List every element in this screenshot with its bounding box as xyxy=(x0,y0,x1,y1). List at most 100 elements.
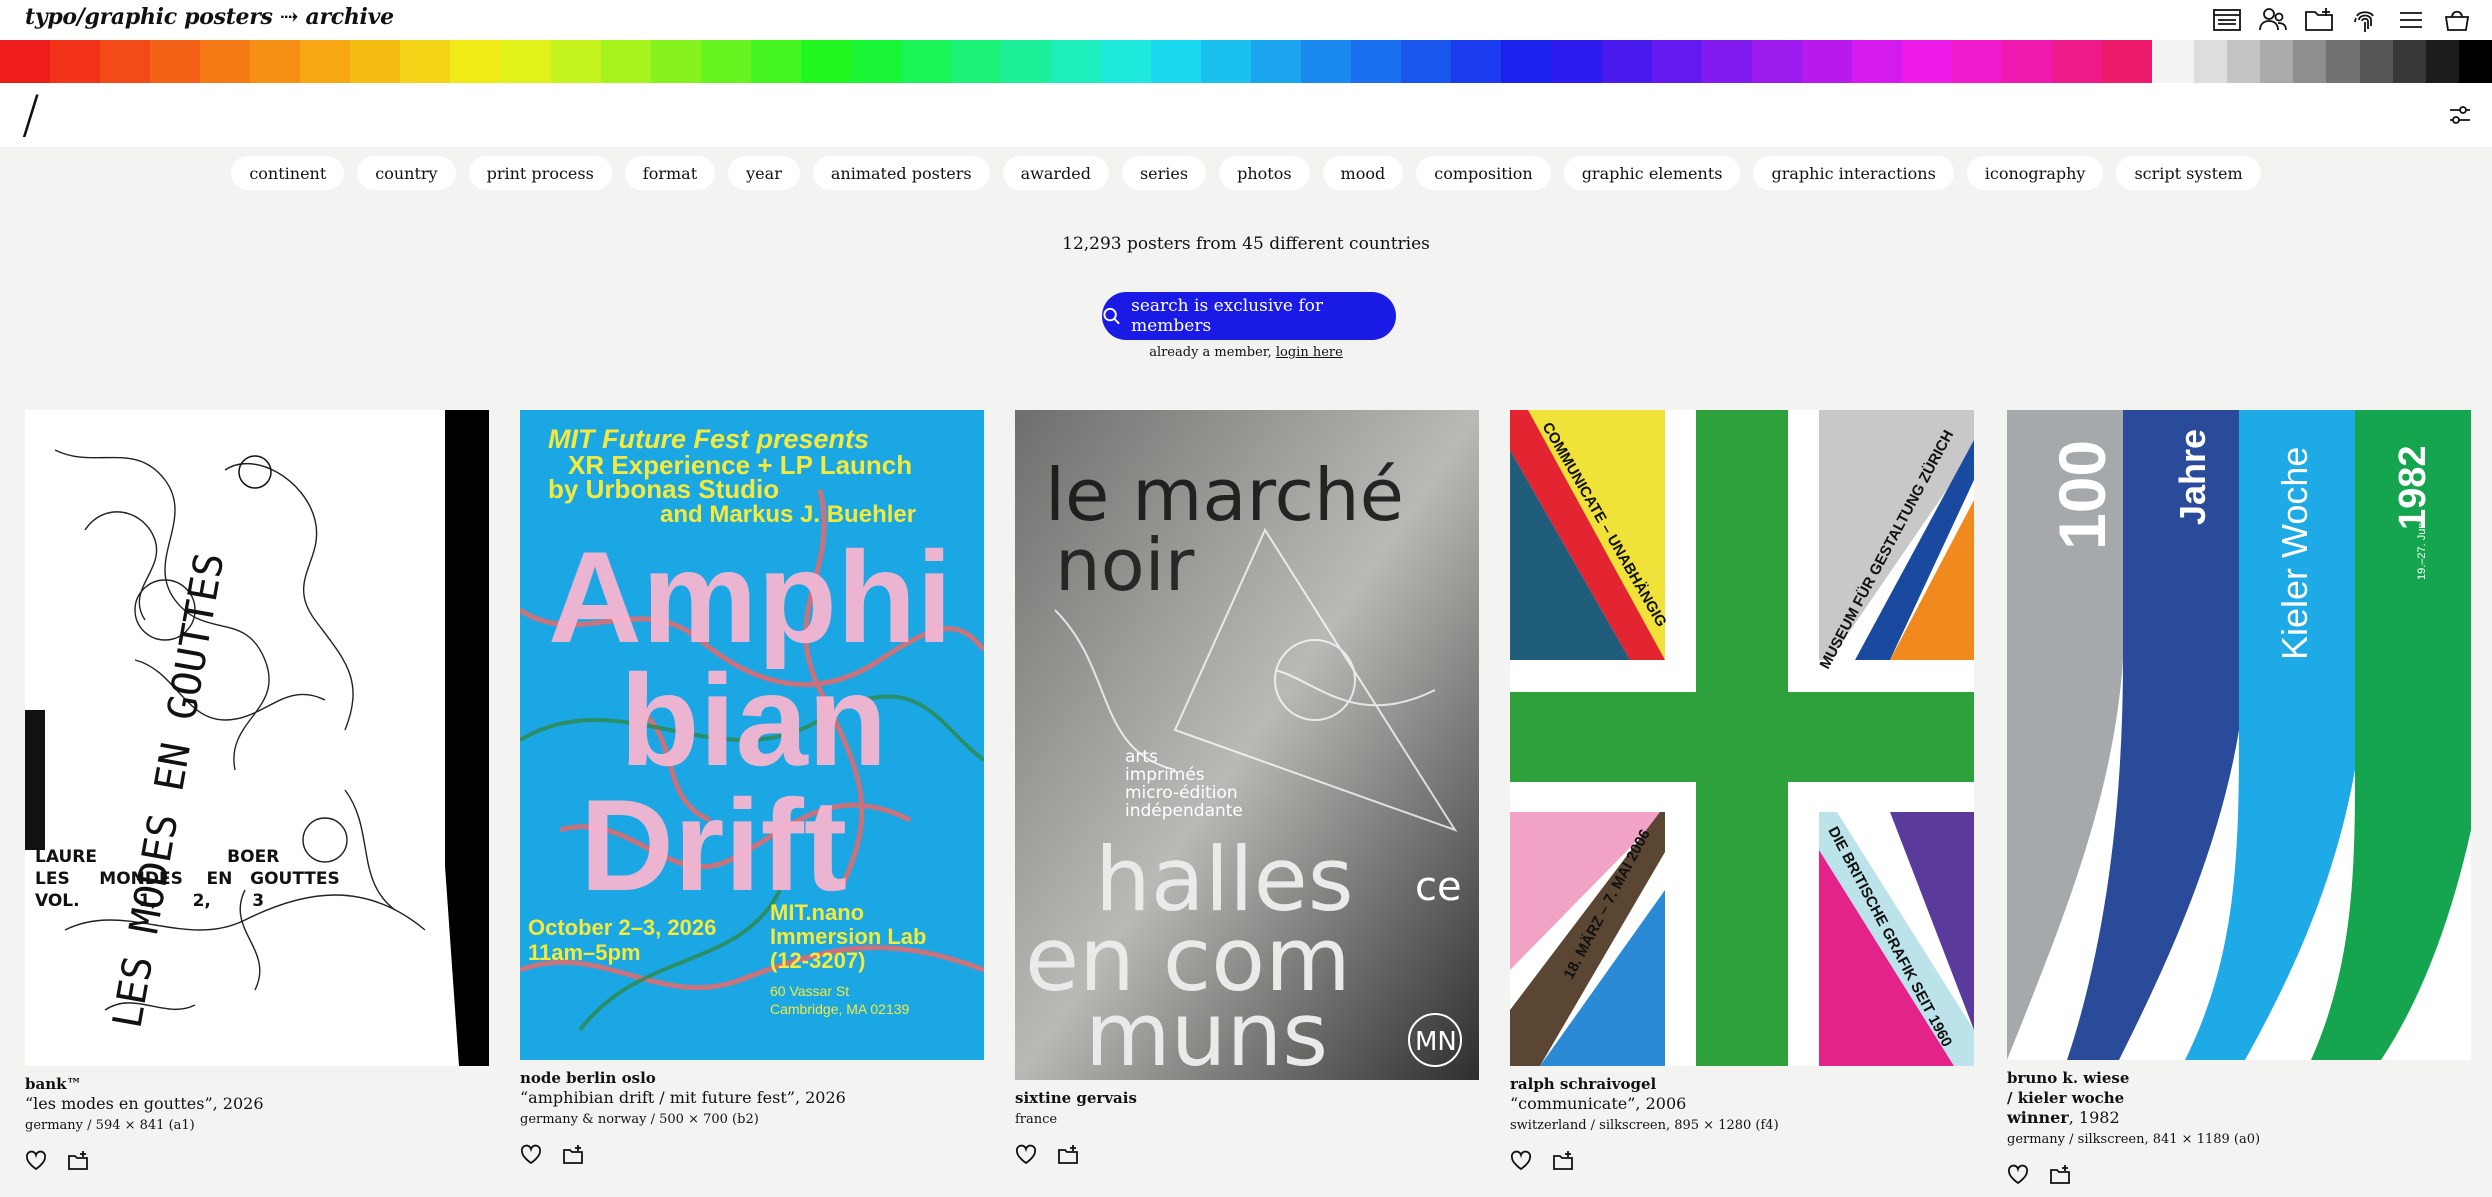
filter-chip-country[interactable]: country xyxy=(357,156,456,190)
color-swatch[interactable] xyxy=(150,40,201,83)
poster-image[interactable]: LES MODES EN GOUTTES LAURE BOER LES MOND… xyxy=(25,410,489,1066)
menu-icon[interactable] xyxy=(2394,3,2428,37)
color-swatch[interactable] xyxy=(1901,40,1952,83)
filter-chip-format[interactable]: format xyxy=(624,156,716,190)
grey-swatch[interactable] xyxy=(2326,40,2360,83)
poster-card[interactable]: MIT Future Fest presents XR Experience +… xyxy=(520,410,984,1166)
color-swatch[interactable] xyxy=(2101,40,2153,83)
filter-chip-series[interactable]: series xyxy=(1121,156,1207,190)
filter-chip-continent[interactable]: continent xyxy=(231,156,345,190)
grey-swatch[interactable] xyxy=(2392,40,2426,83)
poster-image[interactable]: 100 Jahre Kieler Woche 1982 19.–27. Juni xyxy=(2007,410,2471,1060)
color-swatch[interactable] xyxy=(1801,40,1852,83)
color-swatch[interactable] xyxy=(1501,40,1552,83)
poster-card[interactable]: 100 Jahre Kieler Woche 1982 19.–27. Juni… xyxy=(2007,410,2471,1186)
heart-icon[interactable] xyxy=(2007,1164,2029,1186)
color-swatch[interactable] xyxy=(950,40,1001,83)
filter-chip-photos[interactable]: photos xyxy=(1219,156,1310,190)
color-swatch[interactable] xyxy=(2001,40,2052,83)
add-folder-icon[interactable] xyxy=(2049,1164,2071,1186)
filter-chip-awarded[interactable]: awarded xyxy=(1002,156,1109,190)
filter-chip-graphic-interactions[interactable]: graphic interactions xyxy=(1753,156,1954,190)
add-folder-icon[interactable] xyxy=(67,1150,89,1172)
color-swatch[interactable] xyxy=(250,40,301,83)
color-swatch[interactable] xyxy=(0,40,51,83)
color-swatch[interactable] xyxy=(400,40,451,83)
color-swatch[interactable] xyxy=(1451,40,1502,83)
color-swatch[interactable] xyxy=(200,40,251,83)
color-swatch[interactable] xyxy=(800,40,851,83)
poster-artist[interactable]: node berlin oslo xyxy=(520,1068,984,1088)
filter-chip-graphic-elements[interactable]: graphic elements xyxy=(1563,156,1741,190)
color-swatch[interactable] xyxy=(900,40,951,83)
poster-artist[interactable]: bank™ xyxy=(25,1074,489,1094)
color-swatch[interactable] xyxy=(500,40,551,83)
filter-chip-mood[interactable]: mood xyxy=(1322,156,1404,190)
filter-chip-composition[interactable]: composition xyxy=(1416,156,1551,190)
grey-swatch[interactable] xyxy=(2260,40,2294,83)
color-swatch[interactable] xyxy=(2051,40,2102,83)
color-swatch[interactable] xyxy=(1551,40,1602,83)
grey-swatch[interactable] xyxy=(2227,40,2261,83)
poster-image[interactable]: COMMUNICATE – UNABHÄNGIG MUSEUM FÜR GEST… xyxy=(1510,410,1974,1066)
poster-artist[interactable]: sixtine gervais xyxy=(1015,1088,1479,1108)
color-swatch[interactable] xyxy=(1401,40,1452,83)
color-swatch[interactable] xyxy=(1201,40,1252,83)
grey-swatch[interactable] xyxy=(2425,40,2459,83)
poster-card-icon[interactable] xyxy=(2210,3,2244,37)
color-swatch[interactable] xyxy=(1050,40,1102,83)
color-swatch[interactable] xyxy=(650,40,701,83)
sliders-icon[interactable] xyxy=(2446,101,2474,129)
grey-swatch[interactable] xyxy=(2458,40,2492,83)
grey-swatch[interactable] xyxy=(2194,40,2228,83)
color-swatch[interactable] xyxy=(450,40,501,83)
filter-chip-print-process[interactable]: print process xyxy=(468,156,612,190)
add-folder-icon[interactable] xyxy=(1057,1144,1079,1166)
poster-card[interactable]: LES MODES EN GOUTTES LAURE BOER LES MOND… xyxy=(25,410,489,1172)
color-swatch[interactable] xyxy=(1351,40,1402,83)
color-swatch[interactable] xyxy=(850,40,901,83)
filter-chip-iconography[interactable]: iconography xyxy=(1966,156,2104,190)
poster-image[interactable]: le marché noir arts imprimés micro-éditi… xyxy=(1015,410,1479,1080)
poster-artist[interactable]: ralph schraivogel xyxy=(1510,1074,1974,1094)
poster-artist[interactable]: bruno k. wiese xyxy=(2007,1068,2471,1088)
poster-card[interactable]: COMMUNICATE – UNABHÄNGIG MUSEUM FÜR GEST… xyxy=(1510,410,1974,1172)
filter-chip-animated-posters[interactable]: animated posters xyxy=(812,156,990,190)
heart-icon[interactable] xyxy=(1015,1144,1037,1166)
color-swatch[interactable] xyxy=(100,40,151,83)
color-swatch[interactable] xyxy=(300,40,351,83)
color-swatch[interactable] xyxy=(550,40,601,83)
poster-image[interactable]: MIT Future Fest presents XR Experience +… xyxy=(520,410,984,1060)
poster-artist-line-2[interactable]: / kieler woche xyxy=(2007,1088,2471,1108)
login-link[interactable]: login here xyxy=(1276,345,1343,360)
members-search-button[interactable]: search is exclusive for members xyxy=(1102,292,1396,340)
color-swatch[interactable] xyxy=(1851,40,1902,83)
basket-icon[interactable] xyxy=(2440,3,2474,37)
add-folder-icon[interactable] xyxy=(2302,3,2336,37)
color-swatch[interactable] xyxy=(750,40,801,83)
site-logo[interactable]: typo/graphic posters ⇢ archive xyxy=(25,4,394,30)
grey-swatch[interactable] xyxy=(2359,40,2393,83)
poster-card[interactable]: le marché noir arts imprimés micro-éditi… xyxy=(1015,410,1479,1166)
add-folder-icon[interactable] xyxy=(1552,1150,1574,1172)
color-swatch[interactable] xyxy=(1751,40,1802,83)
color-swatch[interactable] xyxy=(1951,40,2002,83)
search-input[interactable]: / xyxy=(22,85,40,145)
heart-icon[interactable] xyxy=(520,1144,542,1166)
color-swatch[interactable] xyxy=(1151,40,1202,83)
fingerprint-icon[interactable] xyxy=(2348,3,2382,37)
user-group-icon[interactable] xyxy=(2256,3,2290,37)
color-swatch[interactable] xyxy=(50,40,101,83)
color-swatch[interactable] xyxy=(350,40,401,83)
heart-icon[interactable] xyxy=(25,1150,47,1172)
color-swatch[interactable] xyxy=(1251,40,1302,83)
grey-swatch[interactable] xyxy=(2293,40,2327,83)
filter-chip-script-system[interactable]: script system xyxy=(2116,156,2261,190)
color-swatch[interactable] xyxy=(1301,40,1352,83)
color-swatch[interactable] xyxy=(700,40,751,83)
color-swatch[interactable] xyxy=(1601,40,1652,83)
add-folder-icon[interactable] xyxy=(562,1144,584,1166)
color-swatch[interactable] xyxy=(600,40,651,83)
color-swatch[interactable] xyxy=(1101,40,1152,83)
color-swatch[interactable] xyxy=(1000,40,1051,83)
